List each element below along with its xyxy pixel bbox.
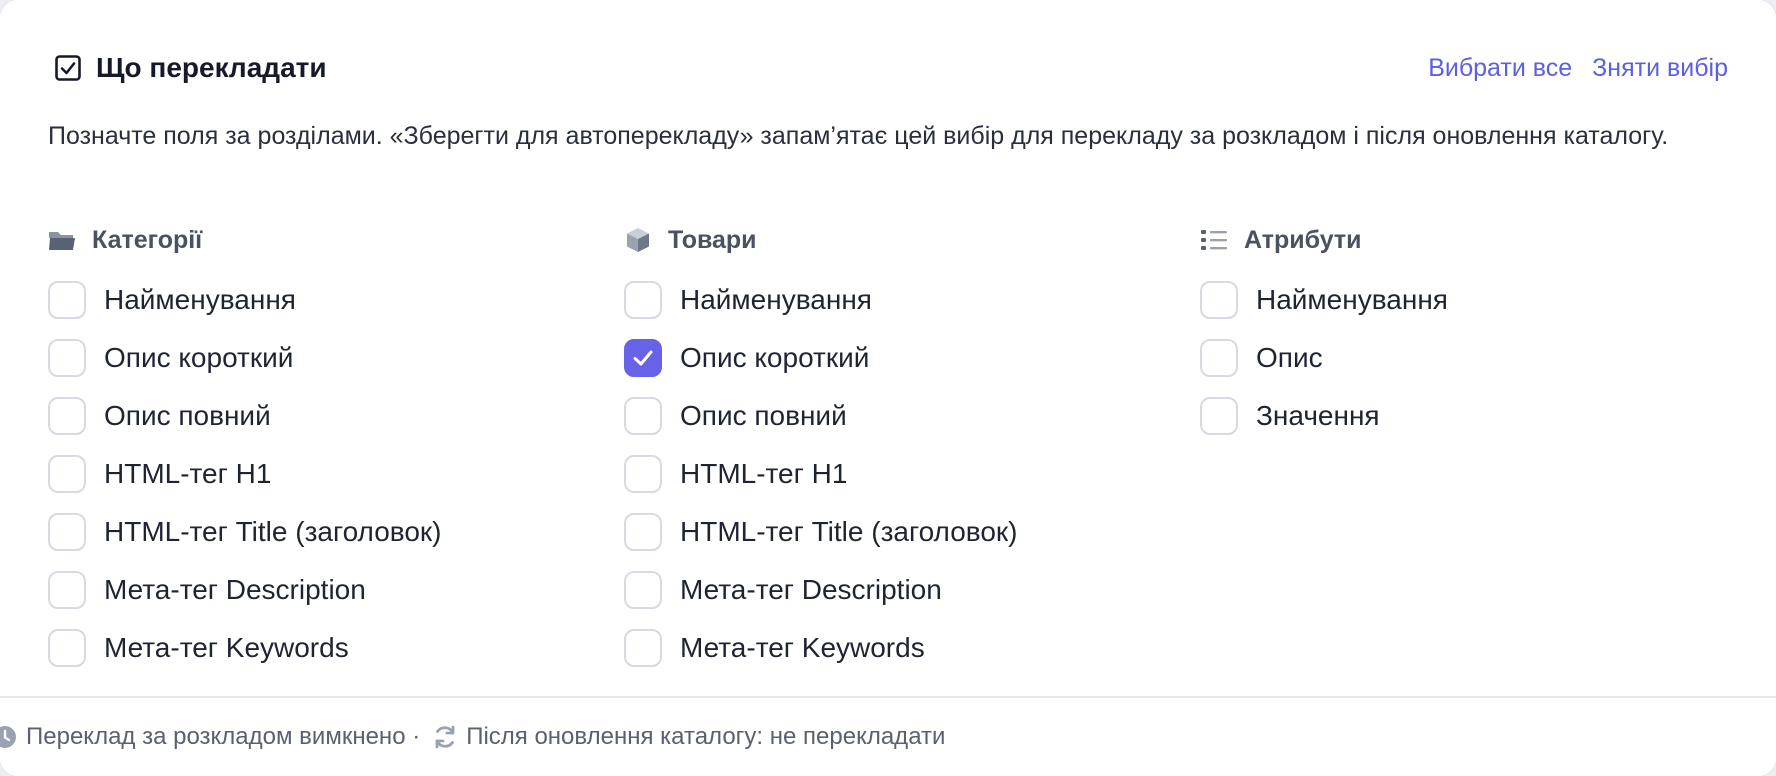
field-option[interactable]: HTML-тег H1 [624, 445, 1184, 503]
field-option-label: Найменування [680, 284, 872, 315]
field-option[interactable]: HTML-тег Title (заголовок) [48, 503, 608, 561]
field-option[interactable]: Значення [1200, 387, 1760, 445]
header-actions: Вибрати все Зняти вибір [1428, 54, 1728, 83]
field-option-label: Мета-тег Keywords [104, 632, 349, 663]
checkbox[interactable] [48, 513, 86, 551]
field-option-label: Опис короткий [680, 342, 870, 373]
field-option[interactable]: Мета-тег Keywords [48, 619, 608, 677]
field-option-label: Мета-тег Description [680, 574, 942, 605]
checkbox[interactable] [48, 281, 86, 319]
clock-icon [0, 726, 16, 748]
deselect-all-link[interactable]: Зняти вибір [1592, 54, 1728, 83]
field-option[interactable]: Мета-тег Keywords [624, 619, 1184, 677]
checkbox[interactable] [624, 513, 662, 551]
checkbox[interactable] [624, 629, 662, 667]
field-option-label: Опис [1256, 342, 1323, 373]
field-option-label: HTML-тег Title (заголовок) [680, 516, 1018, 547]
field-list: Найменування Опис короткий Опис повний HTML… [48, 271, 608, 677]
field-option-label: Мета-тег Keywords [680, 632, 925, 663]
checkbox[interactable] [48, 339, 86, 377]
field-option-label: Значення [1256, 400, 1380, 431]
section-title: Атрибути [1244, 225, 1362, 254]
field-option[interactable]: Мета-тег Description [48, 561, 608, 619]
field-option[interactable]: Опис повний [624, 387, 1184, 445]
checkbox[interactable] [48, 397, 86, 435]
section-attributes: Атрибути Найменування Опис Значення [1200, 222, 1760, 445]
field-option-label: Найменування [104, 284, 296, 315]
section-title: Товари [668, 225, 757, 254]
section-title: Категорії [92, 225, 203, 254]
list-icon [1200, 226, 1228, 254]
footer-status: Переклад за розкладом вимкнено · Після о… [0, 723, 945, 751]
section-header: Товари [624, 222, 1184, 258]
field-option[interactable]: HTML-тег Title (заголовок) [624, 503, 1184, 561]
title-wrap: Що перекладати [54, 52, 327, 84]
sections: Категорії Найменування Опис короткий Опис … [0, 222, 1776, 692]
select-all-link[interactable]: Вибрати все [1428, 54, 1572, 83]
refresh-icon [435, 725, 455, 749]
panel-header: Що перекладати Вибрати все Зняти вибір [54, 50, 1728, 86]
section-categories: Категорії Найменування Опис короткий Опис … [48, 222, 608, 677]
field-option-label: Найменування [1256, 284, 1448, 315]
field-option-label: HTML-тег H1 [680, 458, 848, 489]
section-header: Атрибути [1200, 222, 1760, 258]
checkbox[interactable] [624, 397, 662, 435]
checkbox[interactable] [624, 455, 662, 493]
field-option[interactable]: Опис короткий [48, 329, 608, 387]
checkbox[interactable] [624, 571, 662, 609]
checkbox[interactable] [48, 455, 86, 493]
checkbox[interactable] [48, 571, 86, 609]
schedule-footer: Переклад за розкладом вимкнено · Після о… [0, 696, 1776, 776]
field-option-label: Опис короткий [104, 342, 294, 373]
checkbox[interactable] [48, 629, 86, 667]
field-option-label: HTML-тег Title (заголовок) [104, 516, 442, 547]
checkbox[interactable] [1200, 397, 1238, 435]
checkbox[interactable] [1200, 339, 1238, 377]
field-option-label: Опис повний [104, 400, 271, 431]
field-option-label: Мета-тег Description [104, 574, 366, 605]
field-list: Найменування Опис короткий Опис повний HTML… [624, 271, 1184, 677]
checkbox[interactable] [1200, 281, 1238, 319]
checkbox[interactable] [624, 281, 662, 319]
panel-description: Позначте поля за розділами. «Зберегти дл… [48, 122, 1669, 150]
checkbox-checked[interactable] [624, 339, 662, 377]
field-option-label: HTML-тег H1 [104, 458, 272, 489]
field-option[interactable]: Опис короткий [624, 329, 1184, 387]
field-option[interactable]: Опис повний [48, 387, 608, 445]
schedule-status-text: Переклад за розкладом вимкнено · [26, 723, 421, 750]
checkmark-icon [633, 350, 653, 366]
field-option-label: Опис повний [680, 400, 847, 431]
field-option[interactable]: Найменування [624, 271, 1184, 329]
field-option[interactable]: Найменування [1200, 271, 1760, 329]
panel-title: Що перекладати [96, 52, 327, 83]
catalog-update-status-text: Після оновлення каталогу: не перекладати [466, 723, 946, 750]
field-option[interactable]: HTML-тег H1 [48, 445, 608, 503]
field-option[interactable]: Мета-тег Description [624, 561, 1184, 619]
box-icon [624, 226, 652, 254]
field-option[interactable]: Опис [1200, 329, 1760, 387]
section-products: Товари Найменування Опис короткий Опис пов… [624, 222, 1184, 677]
translate-fields-panel: Що перекладати Вибрати все Зняти вибір П… [0, 0, 1776, 776]
folder-icon [48, 226, 76, 254]
field-option[interactable]: Найменування [48, 271, 608, 329]
field-list: Найменування Опис Значення [1200, 271, 1760, 445]
checkbox-square-icon [55, 55, 81, 81]
section-header: Категорії [48, 222, 608, 258]
